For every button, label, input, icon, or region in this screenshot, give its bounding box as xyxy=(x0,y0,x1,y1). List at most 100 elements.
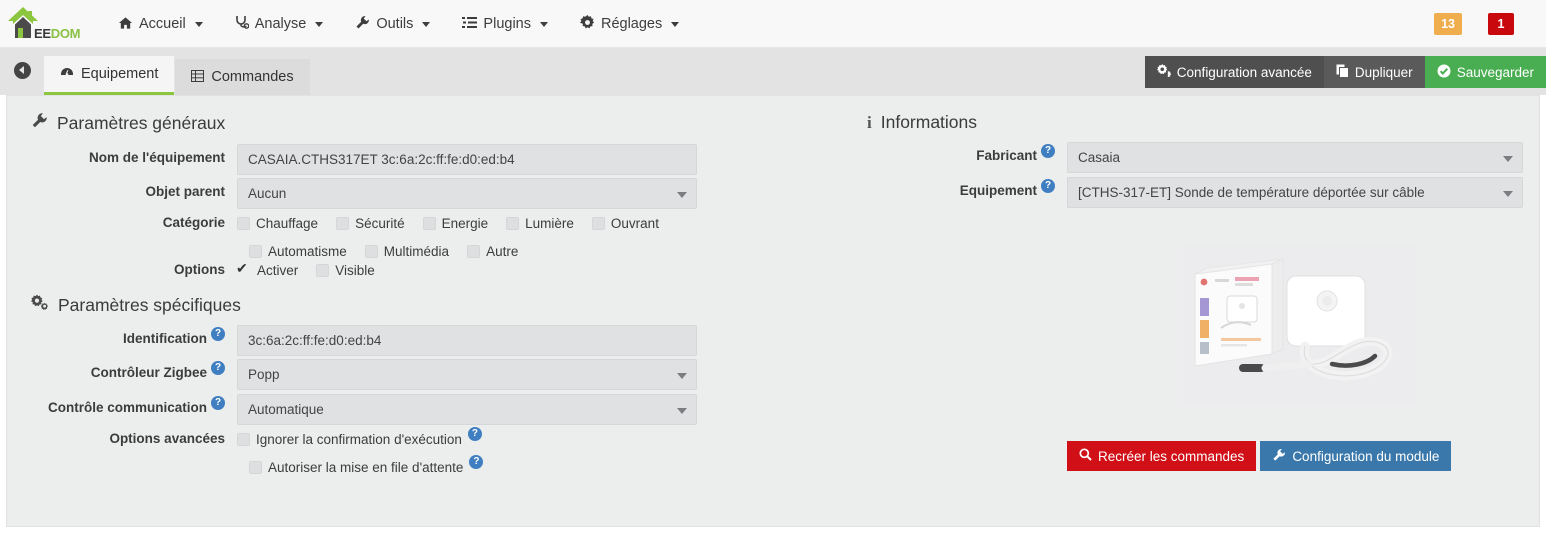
checkbox-securite[interactable]: Sécurité xyxy=(336,212,405,234)
nav-item-accueil-label: Accueil xyxy=(139,15,186,32)
checkbox-box-icon xyxy=(249,460,262,474)
brand-wordmark: EEDOM xyxy=(34,26,80,41)
field-zigbee-controller: Contrôleur Zigbee ? Popp xyxy=(7,359,697,390)
checkbox-box-icon xyxy=(316,263,330,277)
checkbox-autre[interactable]: Autre xyxy=(467,240,518,262)
checkbox-energie[interactable]: Energie xyxy=(422,212,488,234)
checkbox-box-icon xyxy=(336,216,350,230)
chevron-down-icon xyxy=(539,22,548,27)
product-image xyxy=(1177,246,1417,406)
equipment-model-label: Equipement xyxy=(959,183,1037,198)
tab-action-buttons: Configuration avancée Dupliquer Sauvegar… xyxy=(1144,56,1546,88)
manufacturer-select[interactable]: Casaia xyxy=(1067,142,1523,173)
back-button[interactable] xyxy=(0,49,44,95)
help-icon[interactable]: ? xyxy=(211,395,225,410)
checkbox-allow-queue[interactable]: Autoriser la mise en file d'attente ? xyxy=(237,455,484,478)
list-icon xyxy=(462,16,478,31)
options-label: Options xyxy=(174,262,225,277)
help-icon[interactable]: ? xyxy=(469,455,484,469)
arrow-left-circle-icon xyxy=(13,61,31,79)
zigbee-controller-value: Popp xyxy=(248,367,280,382)
duplicate-button[interactable]: Dupliquer xyxy=(1323,56,1425,88)
checkbox-chauffage-label: Chauffage xyxy=(256,215,319,231)
identification-input[interactable]: 3c:6a:2c:ff:fe:d0:ed:b4 xyxy=(237,325,697,356)
navbar-badges: 13 1 xyxy=(1434,12,1546,35)
help-icon[interactable]: ? xyxy=(211,326,225,341)
communication-control-select[interactable]: Automatique xyxy=(237,394,697,425)
nav-item-plugins-label: Plugins xyxy=(483,15,531,32)
checkbox-visible-label: Visible xyxy=(335,262,375,278)
nav-menu: Accueil Analyse Outils Plugins Réglages xyxy=(102,0,695,48)
checkmark-icon xyxy=(236,260,251,277)
home-icon xyxy=(118,16,133,32)
field-communication-control: Contrôle communication ? Automatique xyxy=(7,394,697,425)
help-icon[interactable]: ? xyxy=(467,427,482,441)
equipment-name-label: Nom de l'équipement xyxy=(89,150,225,165)
equipment-model-select[interactable]: [CTHS-317-ET] Sonde de température dépor… xyxy=(1067,177,1523,208)
manufacturer-value: Casaia xyxy=(1078,150,1121,165)
checkbox-activer[interactable]: Activer xyxy=(236,259,298,281)
checkbox-box-icon xyxy=(591,216,605,230)
recreate-commands-button[interactable]: Recréer les commandes xyxy=(1067,441,1257,471)
wrench-icon xyxy=(31,112,48,134)
checkbox-ouvrant[interactable]: Ouvrant xyxy=(591,212,659,234)
chevron-down-icon xyxy=(671,22,680,27)
nav-item-outils[interactable]: Outils xyxy=(339,0,446,48)
check-circle-icon xyxy=(1437,64,1451,81)
checkbox-ouvrant-label: Ouvrant xyxy=(610,215,659,231)
equipment-name-input[interactable]: CASAIA.CTHS317ET 3c:6a:2c:ff:fe:d0:ed:b4 xyxy=(237,144,697,175)
duplicate-label: Dupliquer xyxy=(1354,64,1413,80)
save-button[interactable]: Sauvegarder xyxy=(1424,56,1546,88)
field-parent-object: Objet parent Aucun xyxy=(7,178,697,209)
category-checkbox-row-1: Chauffage Sécurité Energie Lumière Ouvra… xyxy=(237,212,707,234)
gears-icon xyxy=(31,294,49,316)
error-badge[interactable]: 1 xyxy=(1488,12,1514,35)
informations-heading: i Informations xyxy=(867,112,977,133)
module-configuration-button[interactable]: Configuration du module xyxy=(1260,441,1452,471)
dashboard-icon xyxy=(60,67,74,82)
communication-control-label: Contrôle communication xyxy=(47,400,207,415)
manufacturer-label: Fabricant xyxy=(976,148,1037,163)
equipment-model-value: [CTHS-317-ET] Sonde de température dépor… xyxy=(1078,185,1425,200)
informations-title: Informations xyxy=(880,112,978,132)
zigbee-controller-select[interactable]: Popp xyxy=(237,359,697,390)
nav-item-plugins[interactable]: Plugins xyxy=(446,0,564,48)
warning-badge[interactable]: 13 xyxy=(1434,12,1462,35)
tab-commandes[interactable]: Commandes xyxy=(175,59,310,95)
chevron-down-icon xyxy=(422,22,431,27)
informations-buttons: Recréer les commandes Configuration du m… xyxy=(1067,441,1452,471)
nav-item-analyse[interactable]: Analyse xyxy=(219,0,340,48)
checkbox-securite-label: Sécurité xyxy=(355,215,405,231)
nav-item-reglages-label: Réglages xyxy=(600,15,663,32)
chevron-down-icon xyxy=(1503,156,1513,162)
parent-object-select[interactable]: Aucun xyxy=(237,178,697,209)
brand-wordmark-part2: DOM xyxy=(50,25,81,41)
tab-equipement-label: Equipement xyxy=(81,66,159,82)
advanced-configuration-button[interactable]: Configuration avancée xyxy=(1144,56,1324,88)
help-icon[interactable]: ? xyxy=(211,360,225,375)
general-parameters-heading: Paramètres généraux xyxy=(31,112,225,134)
specific-parameters-title: Paramètres spécifiques xyxy=(58,294,241,315)
nav-item-reglages[interactable]: Réglages xyxy=(564,0,695,48)
help-icon[interactable]: ? xyxy=(1041,178,1055,193)
info-icon: i xyxy=(867,112,872,132)
checkbox-visible[interactable]: Visible xyxy=(316,259,375,281)
checkbox-lumiere-label: Lumière xyxy=(525,215,574,231)
left-column: Paramètres généraux Nom de l'équipement … xyxy=(7,96,837,526)
nav-item-outils-label: Outils xyxy=(376,15,414,32)
brand-logo[interactable]: EEDOM xyxy=(0,0,80,48)
nav-item-accueil[interactable]: Accueil xyxy=(102,0,219,48)
save-label: Sauvegarder xyxy=(1456,64,1534,80)
checkbox-chauffage[interactable]: Chauffage xyxy=(237,212,318,234)
help-icon[interactable]: ? xyxy=(1041,143,1055,158)
field-category: Catégorie Chauffage Sécurité Energie Lum… xyxy=(7,212,707,262)
table-icon xyxy=(191,69,205,85)
module-configuration-label: Configuration du module xyxy=(1292,448,1440,464)
stethoscope-icon xyxy=(235,15,250,32)
tab-equipement[interactable]: Equipement xyxy=(44,56,175,95)
checkbox-allow-queue-label: Autoriser la mise en file d'attente xyxy=(268,459,464,475)
parent-object-value: Aucun xyxy=(248,186,287,201)
checkbox-lumiere[interactable]: Lumière xyxy=(506,212,574,234)
checkbox-ignore-confirmation-label: Ignorer la confirmation d'exécution xyxy=(256,431,462,447)
checkbox-ignore-confirmation[interactable]: Ignorer la confirmation d'exécution ? xyxy=(237,427,483,450)
